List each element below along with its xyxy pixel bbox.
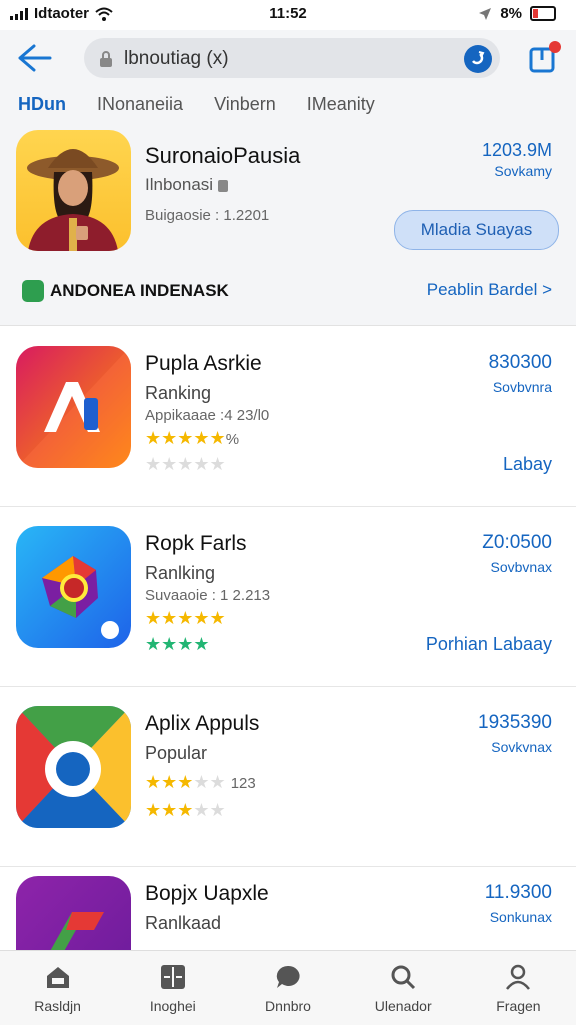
location-icon (479, 7, 492, 20)
back-arrow-icon[interactable] (14, 42, 54, 74)
app-action-link[interactable]: Porhian Labaay (426, 634, 552, 655)
nav-tab-home[interactable]: Rasldjn (0, 951, 115, 1025)
app-icon[interactable] (16, 346, 131, 468)
secondary-rating-stars: ★★★★★ (145, 800, 226, 820)
search-icon (391, 965, 416, 990)
nav-tab-chat[interactable]: Dnnbro (230, 951, 345, 1025)
battery-icon (530, 6, 556, 21)
featured-app-price: 1203.9M (481, 140, 552, 160)
list-item[interactable]: Aplix Appuls Popular ★★★★★ 123 ★★★★★ 193… (0, 686, 576, 867)
bottom-nav: Rasldjn Inoghei Dnnbro Ulenador Fragen (0, 950, 576, 1025)
rating-stars: ★★★★★ (145, 608, 226, 628)
search-bar[interactable]: lbnoutiag (x) (84, 38, 500, 78)
featured-app-price-unit: Sovkamy (494, 163, 552, 179)
app-price: 830300 (488, 352, 552, 373)
app-price: 1935390 (478, 712, 552, 733)
app-price-unit: Sovkvnax (491, 739, 552, 755)
tab-inonaneiia[interactable]: INonaneiia (97, 94, 183, 115)
status-bar: Idtaoter 11:52 8% (0, 0, 576, 28)
chat-icon (276, 965, 300, 988)
tab-vinbern[interactable]: Vinbern (214, 94, 276, 115)
tab-imeanity[interactable]: IMeanity (307, 94, 375, 115)
app-price-unit: Sovbvnra (492, 379, 552, 395)
app-price: Z0:0500 (482, 532, 552, 553)
featured-app-meta: Buigaosie : 1.2201 (145, 207, 270, 224)
battery-percent: 8% (500, 5, 522, 22)
featured-app-icon[interactable] (16, 130, 131, 251)
app-meta: Appikaaae :4 23/l0 (145, 407, 270, 424)
rating-stars: ★★★★★% (145, 428, 240, 448)
home-icon (46, 967, 69, 988)
secondary-rating-stars: ★★★★ (145, 634, 210, 654)
app-category: Ranlkaad (145, 913, 222, 933)
lock-icon (100, 51, 112, 67)
category-tabs: HDun INonaneiia Vinbern IMeanity (18, 94, 406, 115)
featured-badge: ANDONEA INDENASK (22, 280, 229, 302)
info-icon (217, 179, 228, 192)
featured-detail-link[interactable]: Peablin Bardel > (427, 280, 552, 300)
app-name[interactable]: Pupla Asrkie (145, 352, 262, 376)
notification-icon[interactable] (528, 40, 562, 74)
app-action-link[interactable]: Labay (503, 454, 552, 475)
nav-label: Dnnbro (265, 998, 311, 1014)
shield-check-icon (22, 280, 44, 302)
profile-icon (506, 964, 531, 990)
app-price: 11.9300 (484, 882, 552, 903)
app-name[interactable]: Ropk Farls (145, 532, 247, 556)
app-name[interactable]: Bopjx Uapxle (145, 882, 269, 906)
nav-tab-search[interactable]: Ulenador (346, 951, 461, 1025)
nav-label: Rasldjn (34, 998, 81, 1014)
app-price-unit: Sovbvnax (490, 559, 552, 575)
app-name[interactable]: Aplix Appuls (145, 712, 259, 736)
app-icon[interactable] (16, 526, 131, 648)
app-header: lbnoutiag (x) HDun INonaneiia Vinbern IM… (0, 30, 576, 326)
badge-label: ANDONEA INDENASK (50, 281, 229, 300)
nav-label: Fragen (496, 998, 541, 1014)
nav-label: Inoghei (149, 998, 196, 1014)
app-category: Ranking (145, 383, 212, 403)
nav-tab-profile[interactable]: Fragen (461, 951, 576, 1025)
list-item[interactable]: Pupla Asrkie Ranking Appikaaae :4 23/l0 … (0, 326, 576, 507)
featured-action-button[interactable]: Mladia Suayas (394, 210, 559, 250)
rating-suffix: % (225, 431, 240, 448)
app-price-unit: Sonkunax (489, 909, 552, 925)
app-category: Popular (145, 743, 208, 763)
app-category: Ranlking (145, 563, 216, 583)
tab-hdun[interactable]: HDun (18, 94, 66, 115)
featured-app-name[interactable]: SuronaioPausia (145, 143, 300, 169)
nav-tab-apps[interactable]: Inoghei (115, 951, 230, 1025)
apps-icon (160, 965, 185, 989)
nav-label: Ulenador (374, 998, 432, 1014)
rating-count: 123 (230, 775, 256, 792)
secondary-rating-stars: ★★★★★ (145, 454, 226, 474)
app-icon[interactable] (16, 706, 131, 828)
list-item[interactable]: Ropk Farls Ranlking Suvaaoie : 1 2.213 ★… (0, 506, 576, 687)
search-input[interactable]: lbnoutiag (x) (124, 48, 229, 70)
voice-search-icon[interactable] (464, 45, 492, 73)
featured-subtitle-text: Ilnbonasi (145, 175, 214, 194)
rating-stars: ★★★★★ 123 (145, 772, 256, 792)
featured-app-subtitle: Ilnbonasi (145, 175, 228, 195)
app-meta: Suvaaoie : 1 2.213 (145, 587, 271, 604)
